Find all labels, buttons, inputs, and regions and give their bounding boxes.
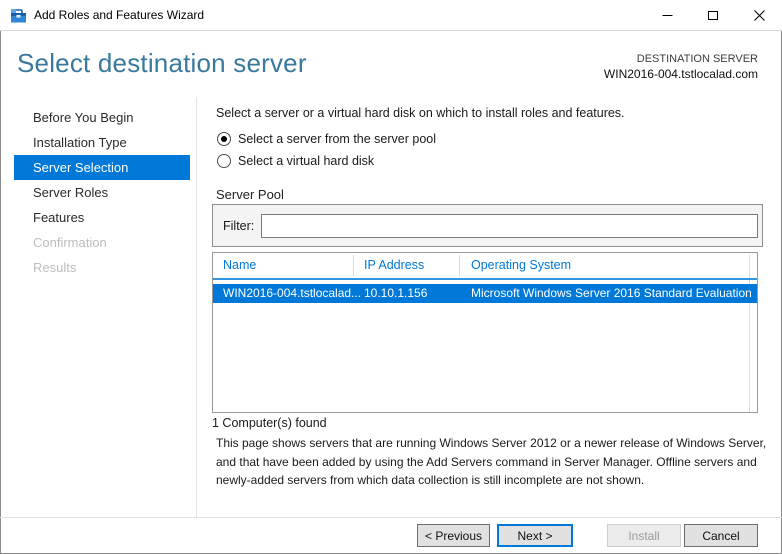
cell-operating-system: Microsoft Windows Server 2016 Standard E… (471, 286, 752, 300)
column-header-operating-system[interactable]: Operating System (471, 258, 571, 272)
toolbox-icon (10, 7, 27, 24)
maximize-button[interactable] (690, 0, 736, 30)
filter-label: Filter: (223, 219, 255, 233)
column-header-name[interactable]: Name (223, 258, 256, 272)
radio-server-pool-label: Select a server from the server pool (238, 132, 436, 146)
table-header[interactable]: Name IP Address Operating System (213, 253, 757, 412)
sidebar-item-before-you-begin[interactable]: Before You Begin (14, 105, 190, 130)
table-row-selected[interactable]: WIN2016-004.tstlocalad.... 10.10.1.156 M… (213, 284, 757, 303)
column-header-ip-address[interactable]: IP Address (364, 258, 424, 272)
radio-unselected-icon[interactable] (217, 154, 231, 168)
cell-ip-address: 10.10.1.156 (364, 286, 428, 300)
sidebar-item-features[interactable]: Features (14, 205, 190, 230)
radio-selected-icon[interactable] (217, 132, 231, 146)
window-title: Add Roles and Features Wizard (34, 8, 205, 22)
page-description: This page shows servers that are running… (216, 436, 767, 487)
title-bar: Add Roles and Features Wizard (0, 0, 782, 31)
minimize-button[interactable] (644, 0, 690, 30)
sidebar-item-confirmation: Confirmation (33, 235, 107, 250)
column-divider (459, 255, 460, 276)
sidebar-item-installation-type[interactable]: Installation Type (14, 130, 190, 155)
previous-button[interactable]: < Previous (417, 524, 490, 547)
close-button[interactable] (736, 0, 782, 30)
sidebar-item-server-selection[interactable]: Server Selection (14, 155, 190, 180)
sidebar-item-server-roles[interactable]: Server Roles (14, 180, 190, 205)
filter-input[interactable] (261, 214, 758, 238)
page-title: Select destination server (17, 48, 307, 78)
radio-server-pool[interactable]: Select a server from the server pool (217, 132, 436, 146)
computers-found-text: 1 Computer(s) found (212, 416, 327, 430)
destination-server-label: DESTINATION SERVER (636, 53, 758, 65)
table-header-underline (213, 278, 757, 280)
footer-divider (0, 517, 782, 518)
column-divider (353, 255, 354, 276)
radio-virtual-hard-disk[interactable]: Select a virtual hard disk (217, 154, 374, 168)
filter-group: Filter: (212, 204, 763, 247)
sidebar-item-results: Results (33, 260, 77, 275)
destination-server-name: WIN2016-004.tstlocalad.com (603, 67, 758, 81)
next-button[interactable]: Next > (497, 524, 573, 547)
cancel-button[interactable]: Cancel (684, 524, 758, 547)
intro-text: Select a server or a virtual hard disk o… (216, 106, 625, 120)
radio-virtual-hard-disk-label: Select a virtual hard disk (238, 154, 375, 168)
server-pool-table[interactable]: Name IP Address Operating System WIN2016… (212, 252, 758, 413)
install-button: Install (607, 524, 681, 547)
cell-server-name: WIN2016-004.tstlocalad.... (223, 286, 361, 300)
sidebar-divider (196, 97, 197, 517)
add-roles-wizard-window: Add Roles and Features Wizard Select des… (0, 0, 782, 554)
server-pool-title: Server Pool (216, 187, 284, 202)
